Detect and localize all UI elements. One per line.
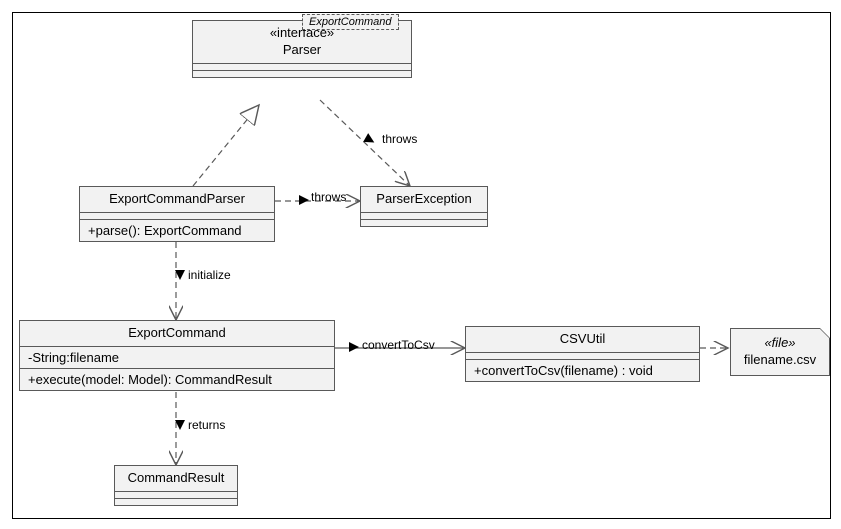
file-note: «file» filename.csv	[730, 328, 830, 376]
label-throws-1: throws	[382, 132, 417, 146]
note-fold-fg	[820, 329, 829, 338]
pe-op-empty	[361, 220, 487, 226]
parser-generic: ExportCommand	[309, 16, 392, 28]
label-returns: returns	[188, 418, 225, 432]
class-export-command-parser: ExportCommandParser +parse(): ExportComm…	[79, 186, 275, 242]
ec-op: +execute(model: Model): CommandResult	[20, 369, 334, 390]
ecp-op: +parse(): ExportCommand	[80, 220, 274, 241]
parser-generic-tab: ExportCommand	[302, 14, 399, 30]
csv-op: +convertToCsv(filename) : void	[466, 360, 699, 381]
parser-op-empty	[193, 71, 411, 77]
parser-name: Parser	[283, 42, 321, 57]
csv-title: CSVUtil	[466, 327, 699, 353]
parser-attr-empty	[193, 64, 411, 71]
pe-attr-empty	[361, 213, 487, 220]
class-export-command: ExportCommand -String:filename +execute(…	[19, 320, 335, 391]
class-command-result: CommandResult	[114, 465, 238, 506]
ec-title: ExportCommand	[20, 321, 334, 347]
label-convert: convertToCsv	[362, 338, 435, 352]
ec-attr: -String:filename	[20, 347, 334, 369]
cr-title: CommandResult	[115, 466, 237, 492]
file-name: filename.csv	[744, 352, 816, 367]
ecp-title: ExportCommandParser	[80, 187, 274, 213]
csv-attr-empty	[466, 353, 699, 360]
class-parser-exception: ParserException	[360, 186, 488, 227]
label-throws-2: throws	[311, 190, 346, 204]
pe-title: ParserException	[361, 187, 487, 213]
label-initialize: initialize	[188, 268, 231, 282]
class-csv-util: CSVUtil +convertToCsv(filename) : void	[465, 326, 700, 382]
file-stereotype: «file»	[764, 335, 795, 350]
diagram-frame	[12, 12, 831, 519]
cr-op-empty	[115, 499, 237, 505]
ecp-attr-empty	[80, 213, 274, 220]
cr-attr-empty	[115, 492, 237, 499]
